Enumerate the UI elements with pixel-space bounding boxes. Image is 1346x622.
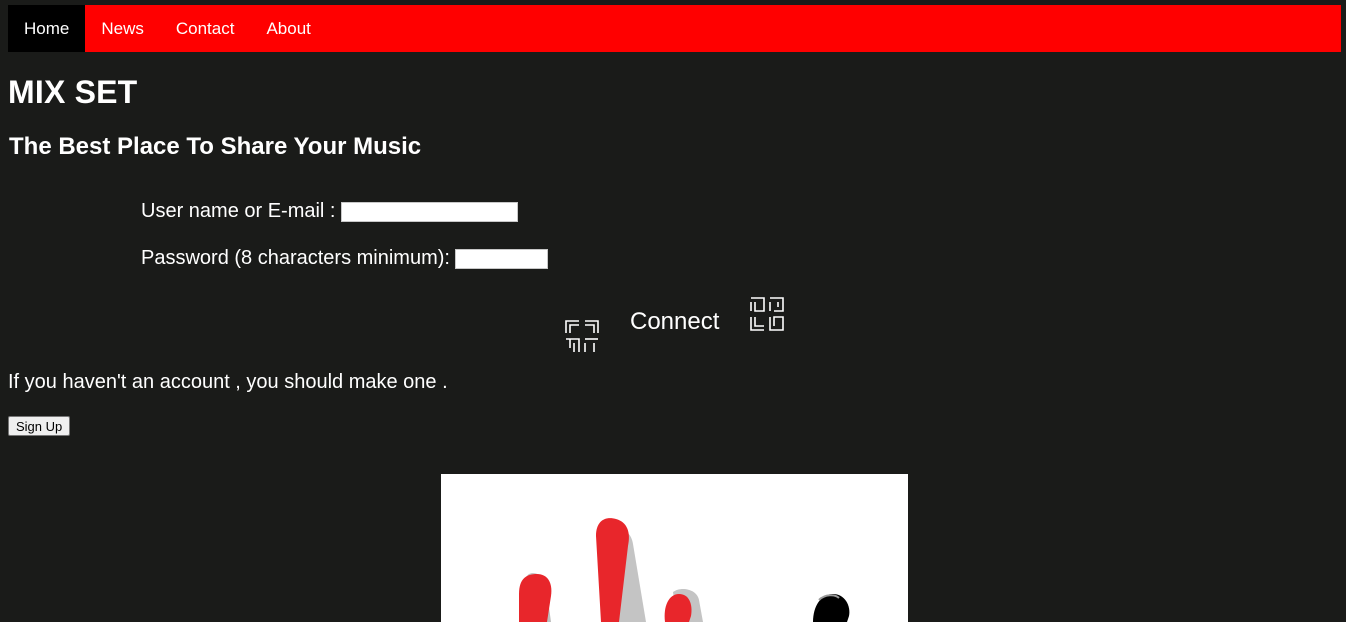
- logo-artwork: [519, 518, 850, 622]
- password-row: Password (8 characters minimum):: [141, 247, 548, 270]
- username-input[interactable]: [340, 201, 518, 222]
- page-title: MIX SET: [8, 74, 138, 110]
- password-input[interactable]: [454, 248, 548, 269]
- quadrant-corners-icon: [750, 297, 784, 331]
- username-label: User name or E-mail :: [141, 200, 336, 222]
- password-label: Password (8 characters minimum):: [141, 247, 450, 269]
- page: Home News Contact About MIX SET The Best…: [0, 0, 1346, 622]
- account-prompt-text: If you haven't an account , you should m…: [8, 371, 448, 393]
- connect-button[interactable]: Connect: [630, 308, 719, 336]
- nav-item-contact[interactable]: Contact: [160, 5, 251, 52]
- sign-up-button[interactable]: Sign Up: [8, 416, 71, 436]
- mix-set-logo-image: [441, 474, 908, 622]
- nav-item-home[interactable]: Home: [8, 5, 86, 52]
- quadrant-corners-icon: [565, 320, 599, 352]
- top-navbar: Home News Contact About: [8, 5, 1341, 52]
- nav-item-about[interactable]: About: [250, 5, 326, 52]
- page-subtitle: The Best Place To Share Your Music: [9, 133, 422, 160]
- username-row: User name or E-mail :: [141, 200, 518, 223]
- nav-item-news[interactable]: News: [85, 5, 160, 52]
